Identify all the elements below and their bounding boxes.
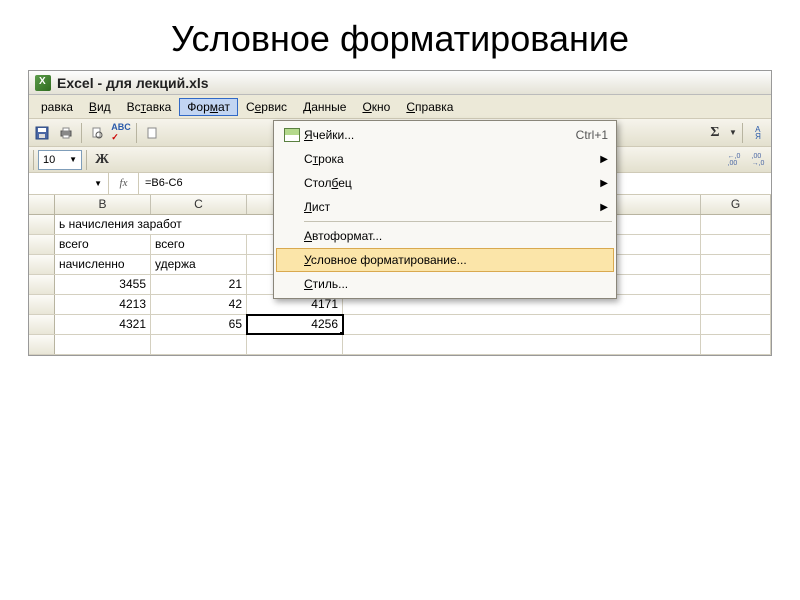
font-size-select[interactable]: 10 ▼ — [38, 150, 82, 170]
cell[interactable]: 4213 — [55, 295, 151, 314]
cell[interactable]: всего — [55, 235, 151, 254]
excel-app-icon — [35, 75, 51, 91]
sort-asc-icon[interactable]: АЯ — [747, 122, 769, 144]
submenu-arrow-icon: ▶ — [600, 154, 608, 165]
dropdown-arrow-icon: ▼ — [69, 155, 77, 164]
cell[interactable] — [343, 335, 701, 354]
cell[interactable] — [55, 335, 151, 354]
menu-item-autoformat[interactable]: Автоформат... — [276, 224, 614, 248]
separator — [742, 123, 743, 143]
increase-decimal-icon[interactable]: ,00→,0 — [747, 149, 769, 171]
cell[interactable] — [151, 335, 247, 354]
menu-item-style[interactable]: Стиль... — [276, 272, 614, 296]
format-menu-dropdown: Ячейки... Ctrl+1 Строка ▶ Столбец ▶ Лист… — [273, 120, 617, 299]
menu-separator — [304, 221, 612, 222]
menu-data[interactable]: Данные — [295, 98, 354, 116]
menu-item-label: Автоформат... — [304, 229, 608, 243]
menu-item-label: Стиль... — [304, 277, 608, 291]
menu-shortcut: Ctrl+1 — [576, 128, 608, 142]
cells-icon — [280, 128, 304, 142]
col-header-c[interactable]: C — [151, 195, 247, 214]
excel-window: Excel - для лекций.xls равка Вид Вставка… — [28, 70, 772, 356]
menu-item-label: Строка — [304, 152, 592, 166]
cell[interactable] — [701, 255, 771, 274]
font-size-value: 10 — [43, 154, 55, 166]
menu-item-label: Лист — [304, 200, 592, 214]
slide-title: Условное форматирование — [0, 0, 800, 70]
menu-item-row[interactable]: Строка ▶ — [276, 147, 614, 171]
save-icon[interactable] — [31, 122, 53, 144]
cell[interactable]: 3455 — [55, 275, 151, 294]
cell[interactable]: удержа — [151, 255, 247, 274]
table-row: 4321 65 4256 — [29, 315, 771, 335]
title-bar: Excel - для лекций.xls — [29, 71, 771, 95]
row-header[interactable] — [29, 275, 55, 294]
dropdown-arrow-icon: ▼ — [94, 179, 102, 188]
fx-icon[interactable]: fx — [109, 173, 139, 194]
spellcheck-icon[interactable]: ABC✓ — [110, 122, 132, 144]
cell[interactable] — [247, 335, 343, 354]
cell[interactable] — [701, 235, 771, 254]
new-doc-icon[interactable] — [141, 122, 163, 144]
window-title: Excel - для лекций.xls — [57, 75, 209, 91]
separator — [136, 123, 137, 143]
row-header[interactable] — [29, 315, 55, 334]
menu-item-cells[interactable]: Ячейки... Ctrl+1 — [276, 123, 614, 147]
cell[interactable]: 21 — [151, 275, 247, 294]
menu-help[interactable]: Справка — [398, 98, 461, 116]
menu-insert[interactable]: Вставка — [119, 98, 180, 116]
print-icon[interactable] — [55, 122, 77, 144]
submenu-arrow-icon: ▶ — [600, 178, 608, 189]
row-header[interactable] — [29, 215, 55, 234]
menu-service[interactable]: Сервис — [238, 98, 295, 116]
row-header[interactable] — [29, 295, 55, 314]
col-header-g[interactable]: G — [701, 195, 771, 214]
name-box[interactable]: ▼ — [29, 173, 109, 194]
cell[interactable] — [701, 315, 771, 334]
separator — [86, 150, 87, 170]
cell[interactable]: 65 — [151, 315, 247, 334]
menu-item-label: Условное форматирование... — [304, 253, 608, 267]
separator — [33, 150, 34, 170]
table-row — [29, 335, 771, 355]
menu-item-label: Ячейки... — [304, 128, 556, 142]
menu-item-sheet[interactable]: Лист ▶ — [276, 195, 614, 219]
menu-edit[interactable]: равка — [33, 98, 81, 116]
separator — [81, 123, 82, 143]
select-all-corner[interactable] — [29, 195, 55, 214]
menu-view[interactable]: Вид — [81, 98, 119, 116]
row-header[interactable] — [29, 235, 55, 254]
cell[interactable]: 4321 — [55, 315, 151, 334]
print-preview-icon[interactable] — [86, 122, 108, 144]
autosum-dropdown-icon[interactable]: ▼ — [728, 122, 738, 144]
cell[interactable] — [701, 335, 771, 354]
row-header[interactable] — [29, 255, 55, 274]
menu-format[interactable]: Формат — [179, 98, 238, 116]
cell[interactable] — [701, 215, 771, 234]
menu-item-conditional-formatting[interactable]: Условное форматирование... — [276, 248, 614, 272]
cell[interactable]: 42 — [151, 295, 247, 314]
menu-bar: равка Вид Вставка Формат Сервис Данные О… — [29, 95, 771, 119]
bold-button[interactable]: Ж — [91, 149, 113, 171]
autosum-icon[interactable]: Σ — [704, 122, 726, 144]
menu-item-label: Столбец — [304, 176, 592, 190]
cell[interactable]: всего — [151, 235, 247, 254]
cell-selected[interactable]: 4256 — [247, 315, 343, 334]
submenu-arrow-icon: ▶ — [600, 202, 608, 213]
menu-window[interactable]: Окно — [354, 98, 398, 116]
menu-item-column[interactable]: Столбец ▶ — [276, 171, 614, 195]
decrease-decimal-icon[interactable]: ←,0,00 — [723, 149, 745, 171]
row-header[interactable] — [29, 335, 55, 354]
cell[interactable] — [701, 295, 771, 314]
cell[interactable] — [701, 275, 771, 294]
cell[interactable] — [343, 315, 701, 334]
col-header-b[interactable]: B — [55, 195, 151, 214]
cell[interactable]: начисленно — [55, 255, 151, 274]
